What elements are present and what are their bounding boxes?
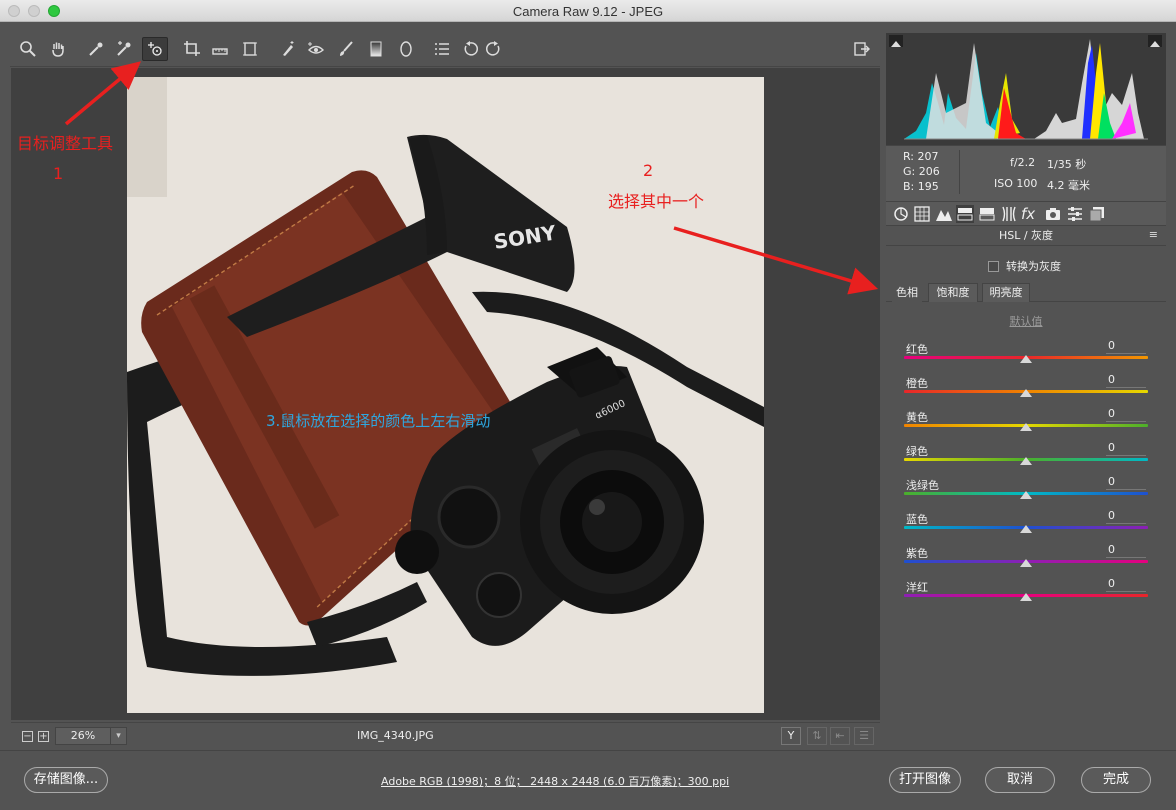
- rgb-b: B: 195: [903, 180, 939, 193]
- camera-raw-window: Camera Raw 9.12 - JPEG SONY α6000 3.鼠标放在…: [0, 0, 1176, 810]
- snapshots-tab-icon[interactable]: [1088, 205, 1106, 223]
- hsl-tab-icon[interactable]: [956, 205, 974, 223]
- section-title: HSL / 灰度 ≡: [886, 226, 1166, 246]
- hue-slider-value[interactable]: 0: [1106, 543, 1146, 558]
- hue-slider-thumb[interactable]: [1020, 389, 1032, 397]
- chevron-down-icon: ▾: [110, 728, 126, 744]
- aperture-value: f/2.2: [1010, 156, 1036, 169]
- hue-slider-thumb[interactable]: [1020, 525, 1032, 533]
- histogram: [886, 33, 1166, 145]
- before-after-toggle-button[interactable]: Y: [781, 727, 801, 745]
- hue-slider-label: 黄色: [906, 411, 928, 424]
- cancel-button[interactable]: 取消: [985, 767, 1055, 793]
- tab-luminance[interactable]: 明亮度: [982, 283, 1030, 302]
- save-image-button[interactable]: 存储图像...: [24, 767, 108, 793]
- presets-tab-icon[interactable]: [1066, 205, 1084, 223]
- file-name: IMG_4340.JPG: [357, 729, 434, 742]
- swap-settings-icon[interactable]: ⇅: [807, 727, 827, 745]
- hsl-subtabs: 色相 饱和度 明亮度: [886, 283, 1166, 302]
- effects-tab-icon[interactable]: fx: [1021, 205, 1039, 223]
- hue-slider-value[interactable]: 0: [1106, 441, 1146, 456]
- panel-menu-icon[interactable]: ≡: [1149, 229, 1158, 240]
- convert-grayscale-checkbox[interactable]: [988, 260, 999, 272]
- detail-tab-icon[interactable]: [935, 205, 953, 223]
- done-button[interactable]: 完成: [1081, 767, 1151, 793]
- zoom-level-select[interactable]: 26% ▾: [55, 727, 127, 745]
- hue-slider-thumb[interactable]: [1020, 355, 1032, 363]
- canvas-status-bar: − + 26% ▾ IMG_4340.JPG Y ⇅ ⇤ ☰: [11, 722, 880, 748]
- histogram-graph: [904, 39, 1148, 140]
- hue-slider-label: 蓝色: [906, 513, 928, 526]
- rgb-r: R: 207: [903, 150, 939, 163]
- pixel-info: R: 207 G: 206 B: 195 f/2.2 1/35 秒 ISO 10…: [886, 145, 1166, 201]
- adjustments-panel: R: 207 G: 206 B: 195 f/2.2 1/35 秒 ISO 10…: [886, 33, 1166, 748]
- zoom-in-button[interactable]: +: [38, 731, 49, 742]
- toggle-settings-icon[interactable]: ☰: [854, 727, 874, 745]
- hue-slider[interactable]: 洋红 0: [904, 577, 1148, 611]
- hue-slider-value[interactable]: 0: [1106, 577, 1146, 592]
- zoom-level-value: 26%: [70, 729, 96, 742]
- open-image-button[interactable]: 打开图像: [889, 767, 961, 793]
- convert-grayscale-row[interactable]: 转换为灰度: [988, 258, 1061, 274]
- default-link[interactable]: 默认值: [886, 313, 1166, 329]
- tab-saturation[interactable]: 饱和度: [928, 283, 978, 302]
- panel-tabs: fx: [886, 201, 1166, 226]
- convert-grayscale-label: 转换为灰度: [1006, 260, 1061, 273]
- shutter-value: 1/35 秒: [1047, 158, 1087, 171]
- hue-slider-value[interactable]: 0: [1106, 475, 1146, 490]
- arrow-to-tab: [673, 226, 879, 295]
- lens-tab-icon[interactable]: [1000, 205, 1018, 223]
- hue-slider-label: 洋红: [906, 581, 928, 594]
- hue-slider-thumb[interactable]: [1020, 423, 1032, 431]
- tone-curve-tab-icon[interactable]: [913, 205, 931, 223]
- hue-slider-value[interactable]: 0: [1106, 339, 1146, 354]
- camera-calibration-tab-icon[interactable]: [1044, 205, 1062, 223]
- hue-slider-value[interactable]: 0: [1106, 509, 1146, 524]
- hue-slider-label: 橙色: [906, 377, 928, 390]
- hue-slider[interactable]: 红色 0: [904, 339, 1148, 373]
- bottom-bar: 存储图像... Adobe RGB (1998)；8 位； 2448 x 244…: [0, 750, 1176, 810]
- split-toning-tab-icon[interactable]: [978, 205, 996, 223]
- basic-tab-icon[interactable]: [892, 205, 910, 223]
- hue-slider[interactable]: 紫色 0: [904, 543, 1148, 577]
- hue-slider-label: 紫色: [906, 547, 928, 560]
- workflow-options-link[interactable]: Adobe RGB (1998)；8 位； 2448 x 2448 (6.0 百…: [381, 773, 729, 789]
- hue-slider[interactable]: 浅绿色 0: [904, 475, 1148, 509]
- section-title-text: HSL / 灰度: [998, 229, 1054, 242]
- hue-slider-label: 浅绿色: [906, 479, 939, 492]
- hue-slider[interactable]: 橙色 0: [904, 373, 1148, 407]
- copy-settings-icon[interactable]: ⇤: [830, 727, 850, 745]
- iso-value: ISO 100: [994, 177, 1038, 190]
- focal-length-value: 4.2 毫米: [1047, 179, 1090, 192]
- tab-hue[interactable]: 色相: [892, 283, 922, 302]
- hue-slider[interactable]: 黄色 0: [904, 407, 1148, 441]
- hue-slider[interactable]: 绿色 0: [904, 441, 1148, 475]
- hue-slider-thumb[interactable]: [1020, 593, 1032, 601]
- hue-slider-label: 绿色: [906, 445, 928, 458]
- zoom-out-button[interactable]: −: [22, 731, 33, 742]
- hue-slider-value[interactable]: 0: [1106, 407, 1146, 422]
- hue-slider-label: 红色: [906, 343, 928, 356]
- hue-slider[interactable]: 蓝色 0: [904, 509, 1148, 543]
- rgb-g: G: 206: [903, 165, 940, 178]
- hue-slider-thumb[interactable]: [1020, 457, 1032, 465]
- hue-slider-thumb[interactable]: [1020, 491, 1032, 499]
- hue-slider-thumb[interactable]: [1020, 559, 1032, 567]
- arrow-to-tool: [64, 61, 142, 126]
- hue-slider-value[interactable]: 0: [1106, 373, 1146, 388]
